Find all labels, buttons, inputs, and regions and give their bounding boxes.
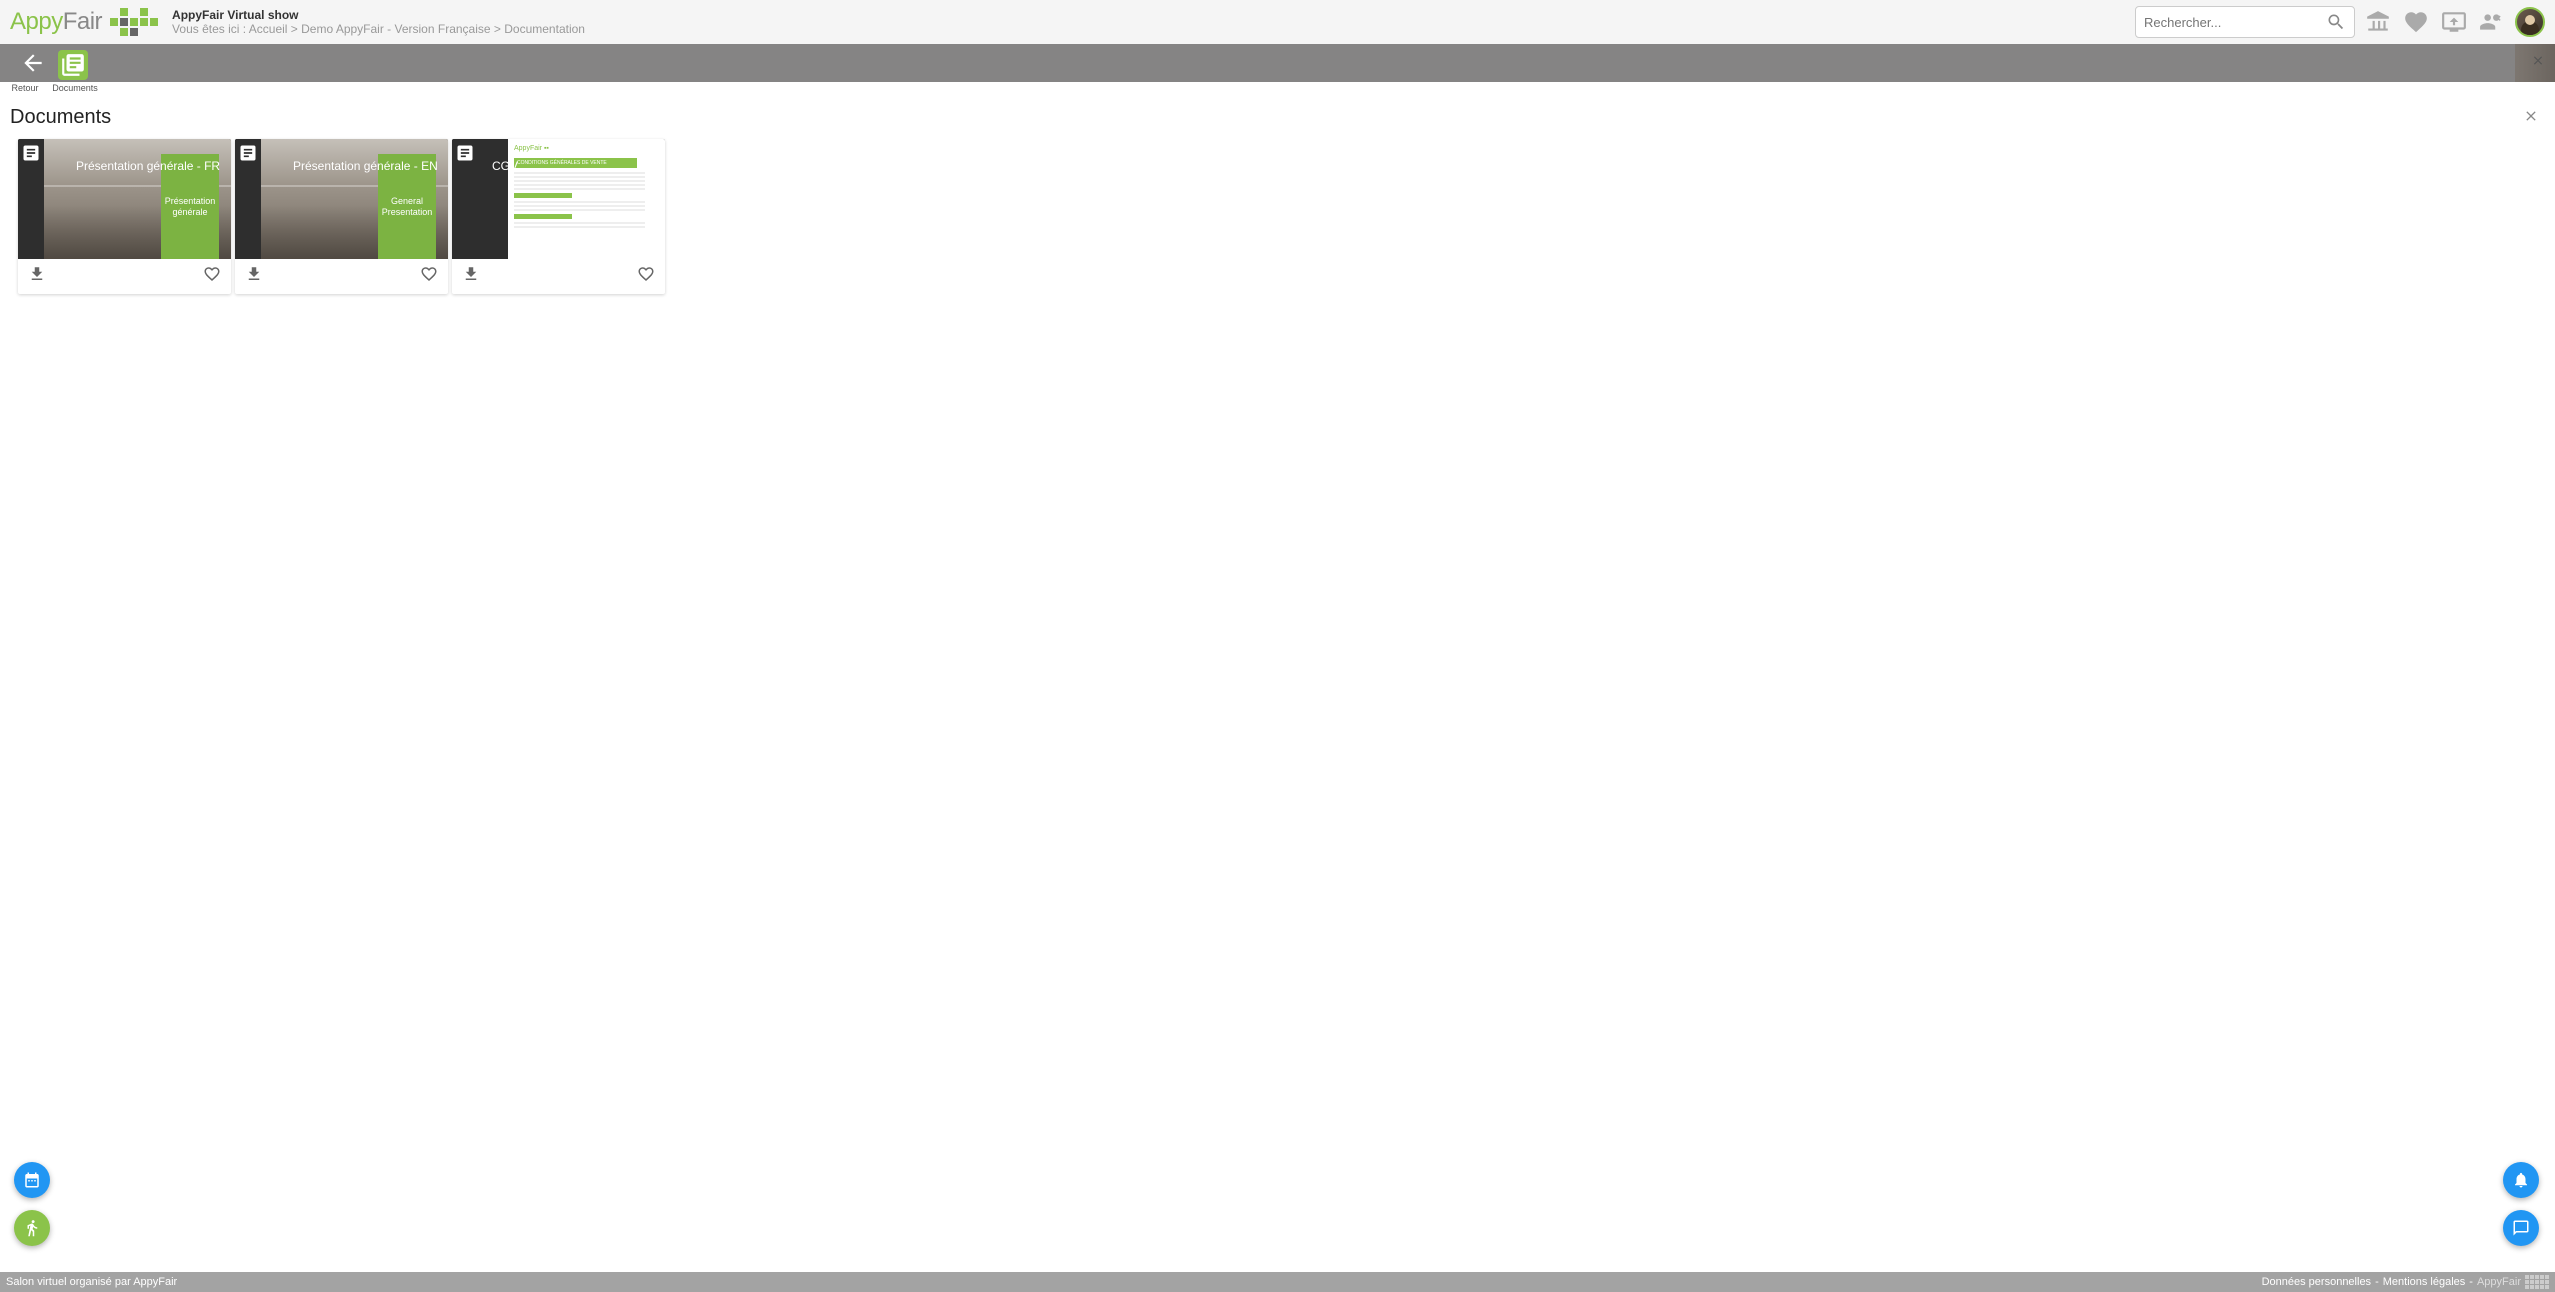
doc-type-icon xyxy=(455,143,475,163)
settings-group-icon[interactable] xyxy=(2477,7,2507,37)
heart-icon xyxy=(637,265,655,283)
download-button[interactable] xyxy=(28,265,46,288)
bell-icon xyxy=(2512,1171,2530,1189)
walk-fab[interactable] xyxy=(14,1210,50,1246)
document-thumb[interactable]: CGV AppyFair ▪▪ CONDITIONS GÉNÉRALES DE … xyxy=(452,139,665,259)
footer-brand: AppyFair xyxy=(2477,1276,2521,1288)
show-name: AppyFair Virtual show xyxy=(172,8,585,22)
logo-text-fair: Fair xyxy=(63,8,102,35)
document-title: Présentation générale - EN xyxy=(293,159,438,173)
documents-icon xyxy=(60,52,86,78)
top-header: AppyFair AppyFair Virtual show Vous êtes… xyxy=(0,0,2555,44)
document-actions xyxy=(18,259,231,294)
close-icon xyxy=(2523,108,2539,124)
heart-icon xyxy=(420,265,438,283)
breadcrumb-prefix: Vous êtes ici : xyxy=(172,22,246,36)
favorite-button[interactable] xyxy=(637,265,655,288)
tab-label-retour: Retour xyxy=(0,83,50,96)
calendar-fab[interactable] xyxy=(14,1162,50,1198)
walk-icon xyxy=(23,1219,41,1237)
favorite-button[interactable] xyxy=(203,265,221,288)
avatar[interactable] xyxy=(2515,7,2545,37)
logo[interactable]: AppyFair xyxy=(10,8,158,36)
download-icon xyxy=(245,265,263,283)
tab-labels: Retour Documents xyxy=(0,82,2555,96)
document-title: CGV xyxy=(492,159,518,173)
back-icon xyxy=(20,50,46,76)
back-tab[interactable] xyxy=(8,44,58,82)
search-input[interactable] xyxy=(2144,15,2326,30)
chat-fab[interactable] xyxy=(2503,1210,2539,1246)
favorite-button[interactable] xyxy=(420,265,438,288)
search-icon[interactable] xyxy=(2326,12,2346,32)
document-card: Présentation générale - EN General Prese… xyxy=(235,139,448,294)
tab-bar xyxy=(0,44,2555,82)
download-button[interactable] xyxy=(245,265,263,288)
breadcrumb-link-1[interactable]: Demo AppyFair - Version Française xyxy=(301,22,490,36)
document-thumb[interactable]: Présentation générale - EN General Prese… xyxy=(235,139,448,259)
logo-text-appy: Appy xyxy=(10,8,63,35)
document-title: Présentation générale - FR xyxy=(76,159,220,173)
calendar-icon xyxy=(23,1171,41,1189)
documents-tab[interactable] xyxy=(58,50,88,80)
documents-panel: Documents Présentation générale - FR Pré… xyxy=(0,96,2555,304)
document-preview: AppyFair ▪▪ CONDITIONS GÉNÉRALES DE VENT… xyxy=(508,139,665,259)
footer-link-legal[interactable]: Mentions légales xyxy=(2383,1276,2466,1288)
panel-title: Documents xyxy=(10,106,2545,129)
tab-label-documents: Documents xyxy=(50,83,100,96)
screen-icon[interactable] xyxy=(2439,7,2469,37)
download-icon xyxy=(28,265,46,283)
title-block: AppyFair Virtual show Vous êtes ici : Ac… xyxy=(172,8,585,36)
document-actions xyxy=(235,259,448,294)
footer-link-privacy[interactable]: Données personnelles xyxy=(2262,1276,2371,1288)
panel-close-button[interactable] xyxy=(2523,108,2541,126)
document-actions xyxy=(452,259,665,294)
header-right xyxy=(2135,6,2545,38)
document-grid: Présentation générale - FR Présentation … xyxy=(18,139,2545,294)
heart-icon xyxy=(203,265,221,283)
favorites-icon[interactable] xyxy=(2401,7,2431,37)
document-card: Présentation générale - FR Présentation … xyxy=(18,139,231,294)
breadcrumb-link-0[interactable]: Accueil xyxy=(249,22,288,36)
notifications-fab[interactable] xyxy=(2503,1162,2539,1198)
document-preview: General Presentation xyxy=(261,139,448,259)
footer-left-text: Salon virtuel organisé par AppyFair xyxy=(6,1276,177,1288)
logo-squares-icon xyxy=(110,8,158,36)
doc-type-icon xyxy=(238,143,258,163)
document-card: CGV AppyFair ▪▪ CONDITIONS GÉNÉRALES DE … xyxy=(452,139,665,294)
footer: Salon virtuel organisé par AppyFair Donn… xyxy=(0,1272,2555,1292)
chat-icon xyxy=(2512,1219,2530,1237)
search-box[interactable] xyxy=(2135,6,2355,38)
preview-caption: CONDITIONS GÉNÉRALES DE VENTE xyxy=(514,158,637,168)
tab-close-icon[interactable] xyxy=(2531,54,2545,73)
download-icon xyxy=(462,265,480,283)
doc-type-icon xyxy=(21,143,41,163)
footer-logo-icon xyxy=(2525,1275,2549,1289)
download-button[interactable] xyxy=(462,265,480,288)
exhibitors-icon[interactable] xyxy=(2363,7,2393,37)
breadcrumb: Vous êtes ici : Accueil > Demo AppyFair … xyxy=(172,22,585,36)
document-preview: Présentation générale xyxy=(44,139,231,259)
breadcrumb-link-2[interactable]: Documentation xyxy=(504,22,585,36)
document-thumb[interactable]: Présentation générale - FR Présentation … xyxy=(18,139,231,259)
